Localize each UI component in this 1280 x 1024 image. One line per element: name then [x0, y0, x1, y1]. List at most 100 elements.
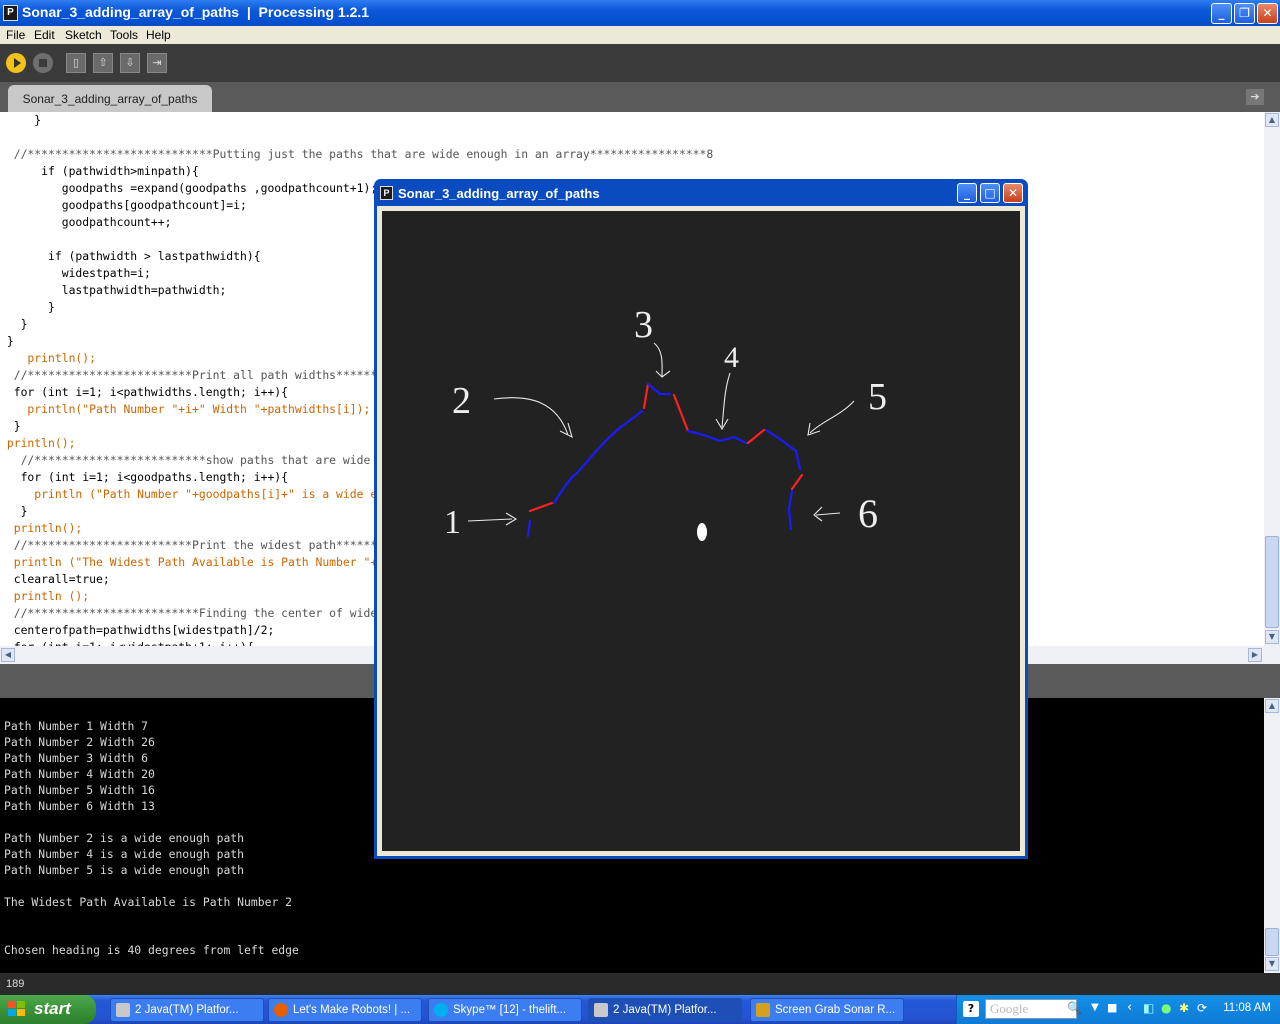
label-path-1: 1 [444, 504, 461, 541]
arrow-6 [813, 506, 841, 522]
stop-icon [39, 59, 47, 67]
close-button[interactable]: ✕ [1257, 3, 1278, 24]
messenger-icon[interactable]: ● [1161, 1001, 1171, 1015]
arrow-5 [807, 400, 855, 436]
line-number: 189 [6, 978, 25, 990]
window-title: Sonar_3_adding_array_of_paths | Processi… [22, 4, 370, 20]
new-file-icon: ▯ [72, 56, 80, 69]
toolbar: ▯ ⇧ ⇩ ⇥ [0, 44, 1280, 82]
console-line: Path Number 5 Width 16 [4, 783, 155, 797]
task-firefox[interactable]: Let's Make Robots! | ... [268, 998, 422, 1022]
java-icon [594, 1003, 608, 1017]
sketch-frame: 1 2 3 4 5 6 [377, 206, 1025, 856]
run-button[interactable] [6, 53, 26, 73]
console-scroll-down-icon[interactable]: ▼ [1265, 957, 1279, 971]
sketch-minimize-button[interactable]: _ [957, 183, 977, 203]
path-1-2-gap [528, 501, 554, 513]
task-java-2[interactable]: 2 Java(TM) Platfor... [588, 998, 742, 1022]
console-line: Path Number 5 is a wide enough path [4, 863, 245, 877]
path-5-line [764, 428, 802, 471]
arrow-1 [467, 512, 518, 526]
path-6-line [787, 489, 794, 531]
scroll-right-icon[interactable]: ▶ [1248, 648, 1262, 662]
console-vertical-scrollbar[interactable]: ▲ ▼ [1264, 698, 1280, 973]
console-line: Path Number 3 Width 6 [4, 751, 149, 765]
task-skype[interactable]: Skype™ [12] - thelift... [428, 998, 582, 1022]
path-1-line [526, 519, 532, 538]
console-line: Chosen heading is 40 degrees from left e… [4, 943, 299, 957]
windows-flag-icon [8, 1001, 25, 1016]
tab-sketch[interactable]: Sonar_3_adding_array_of_paths [8, 85, 212, 112]
menu-file[interactable]: File [6, 28, 25, 42]
sketch-window[interactable]: P Sonar_3_adding_array_of_paths _ □ ✕ 1 … [374, 179, 1028, 859]
sketch-maximize-button[interactable]: □ [980, 183, 1000, 203]
task-label: 2 Java(TM) Platfor... [613, 1004, 717, 1016]
firefox-icon [274, 1003, 288, 1017]
code-line: //***************************Putting jus… [0, 147, 714, 161]
task-screengrab[interactable]: Screen Grab Sonar R... [750, 998, 904, 1022]
task-label: Skype™ [12] - thelift... [453, 1004, 567, 1016]
path-2-line [552, 409, 644, 505]
arrow-4 [715, 372, 731, 431]
java-icon [116, 1003, 130, 1017]
console-scroll-up-icon[interactable]: ▲ [1265, 699, 1279, 713]
scroll-left-icon[interactable]: ◀ [1, 648, 15, 662]
label-path-5: 5 [868, 376, 887, 418]
task-label: Let's Make Robots! | ... [293, 1004, 411, 1016]
sketch-canvas[interactable]: 1 2 3 4 5 6 [382, 211, 1020, 851]
console-line: The Widest Path Available is Path Number… [4, 895, 293, 909]
stop-button[interactable] [33, 53, 53, 73]
menu-sketch[interactable]: Sketch [65, 28, 102, 42]
scroll-thumb[interactable] [1265, 536, 1279, 628]
search-icon[interactable]: 🔍 [1067, 1001, 1082, 1015]
task-label: Screen Grab Sonar R... [775, 1004, 896, 1016]
task-java-1[interactable]: 2 Java(TM) Platfor... [110, 998, 264, 1022]
path-3-4-gap [672, 393, 690, 433]
console-line: Path Number 1 Width 7 [4, 719, 149, 733]
bluetooth-icon[interactable]: ✱ [1179, 1001, 1189, 1015]
menu-tools[interactable]: Tools [110, 28, 138, 42]
export-arrow-icon: ⇥ [152, 56, 162, 69]
screengrab-icon [756, 1003, 770, 1017]
help-icon[interactable]: ? [963, 1001, 979, 1017]
taskbar: start 2 Java(TM) Platfor... Let's Make R… [0, 995, 1280, 1024]
scroll-down-icon[interactable]: ▼ [1265, 630, 1279, 644]
export-button[interactable]: ⇥ [147, 53, 167, 73]
menu-help[interactable]: Help [146, 28, 171, 42]
power-icon[interactable]: ⟳ [1197, 1001, 1207, 1015]
menu-edit[interactable]: Edit [34, 28, 55, 42]
status-bar: 189 [0, 973, 1280, 995]
tray-dropdown-icon[interactable]: ▼ [1091, 1002, 1099, 1013]
console-line: Path Number 4 Width 20 [4, 767, 155, 781]
sonar-drawing: 1 2 3 4 5 6 [444, 304, 887, 541]
desktop-icon[interactable]: ■ [1107, 1001, 1117, 1014]
main-title-bar[interactable]: P Sonar_3_adding_array_of_paths | Proces… [0, 0, 1280, 26]
save-button[interactable]: ⇩ [120, 53, 140, 73]
sketch-window-title: Sonar_3_adding_array_of_paths [398, 186, 600, 201]
new-button[interactable]: ▯ [66, 53, 86, 73]
label-path-3: 3 [634, 304, 653, 346]
start-button[interactable]: start [0, 995, 96, 1024]
robot-marker [697, 523, 707, 541]
path-2-3-gap [642, 382, 650, 410]
editor-vertical-scrollbar[interactable]: ▲ ▼ [1264, 112, 1280, 646]
open-button[interactable]: ⇧ [93, 53, 113, 73]
sketch-close-button[interactable]: ✕ [1003, 183, 1023, 203]
network-icon[interactable]: ◧ [1143, 1001, 1154, 1015]
console-line: Path Number 6 Width 13 [4, 799, 155, 813]
tab-menu-arrow-icon[interactable]: ➔ [1246, 89, 1264, 105]
console-scroll-thumb[interactable] [1265, 928, 1279, 956]
label-path-4: 4 [724, 341, 739, 374]
tray-expand-icon[interactable]: ‹ [1127, 1000, 1132, 1015]
save-arrow-icon: ⇩ [125, 56, 135, 69]
scroll-up-icon[interactable]: ▲ [1265, 113, 1279, 127]
system-tray: ? Google 🔍 ▼ ■ ‹ ◧ ● ✱ ⟳ 11:08 AM [956, 995, 1280, 1024]
processing-app-icon: P [3, 5, 18, 21]
minimize-button[interactable]: _ [1211, 3, 1232, 24]
google-search-box[interactable]: Google [985, 999, 1077, 1019]
restore-button[interactable]: ❐ [1234, 3, 1255, 24]
code-line: if (pathwidth>minpath){ [0, 164, 199, 178]
clock: 11:08 AM [1223, 1002, 1271, 1014]
sketch-app-icon: P [380, 186, 393, 200]
